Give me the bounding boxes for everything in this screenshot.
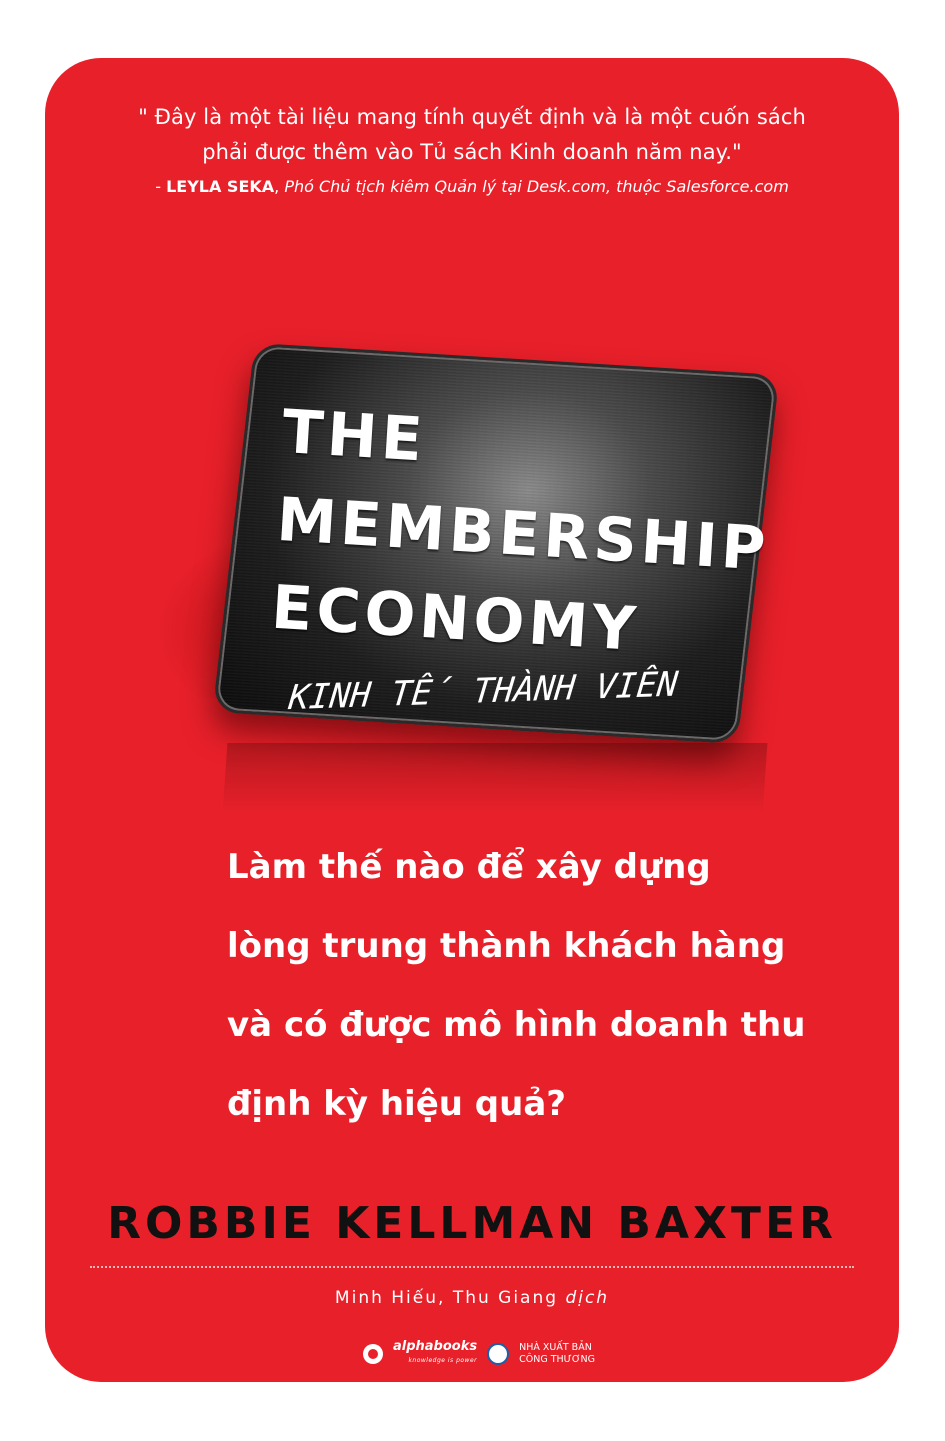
alphabooks-tagline: knowledge is power [408, 1357, 478, 1364]
card-reflection [222, 743, 768, 813]
author-name: ROBBIE KELLMAN BAXTER [107, 1198, 837, 1249]
tagline-line-3: và có được mô hình doanh thu [227, 1005, 806, 1045]
alphabooks-logo: alphabooks knowledge is power [393, 1340, 477, 1368]
alphabooks-logo-icon [363, 1344, 383, 1364]
nxb-line-1: NHÀ XUẤT BẢN [519, 1342, 592, 1353]
book-cover: " Đây là một tài liệu mang tính quyết đị… [45, 58, 899, 1382]
quote-attribution: - LEYLA SEKA, Phó Chủ tịch kiêm Quản lý … [45, 172, 899, 202]
cover-quote: " Đây là một tài liệu mang tính quyết đị… [45, 100, 899, 202]
nxb-logo: NHÀ XUẤT BẢN CÔNG THƯƠNG [519, 1342, 595, 1366]
attr-prefix: - [155, 177, 167, 196]
attr-role: Phó Chủ tịch kiêm Quản lý tại Desk.com, … [284, 177, 789, 196]
cover-tagline: Làm thế nào để xây dựng lòng trung thành… [227, 828, 805, 1144]
attr-name: LEYLA SEKA [166, 177, 275, 196]
alphabooks-wordmark: alphabooks [393, 1339, 478, 1354]
translator-names: Minh Hiếu, Thu Giang [334, 1288, 566, 1308]
translator-credit: Minh Hiếu, Thu Giang dịch [45, 1288, 899, 1308]
dotted-divider [90, 1266, 854, 1268]
tagline-line-2: lòng trung thành khách hàng [227, 926, 786, 966]
membership-card-graphic: THE MEMBERSHIP ECONOMY KINH TẾ THÀNH VIÊ… [155, 342, 780, 813]
publisher-logos: alphabooks knowledge is power NHÀ XUẤT BẢ… [363, 1334, 595, 1374]
nxb-emblem-icon [487, 1343, 510, 1365]
tagline-line-1: Làm thế nào để xây dựng [227, 847, 711, 887]
quote-line-2: phải được thêm vào Tủ sách Kinh doanh nă… [202, 140, 742, 164]
tagline-line-4: định kỳ hiệu quả? [227, 1084, 567, 1124]
translator-role: dịch [565, 1288, 610, 1308]
nxb-line-2: CÔNG THƯƠNG [519, 1354, 595, 1365]
attr-sep: , [274, 177, 285, 196]
book-title: THE MEMBERSHIP ECONOMY [269, 388, 777, 682]
quote-line-1: " Đây là một tài liệu mang tính quyết đị… [138, 105, 806, 129]
